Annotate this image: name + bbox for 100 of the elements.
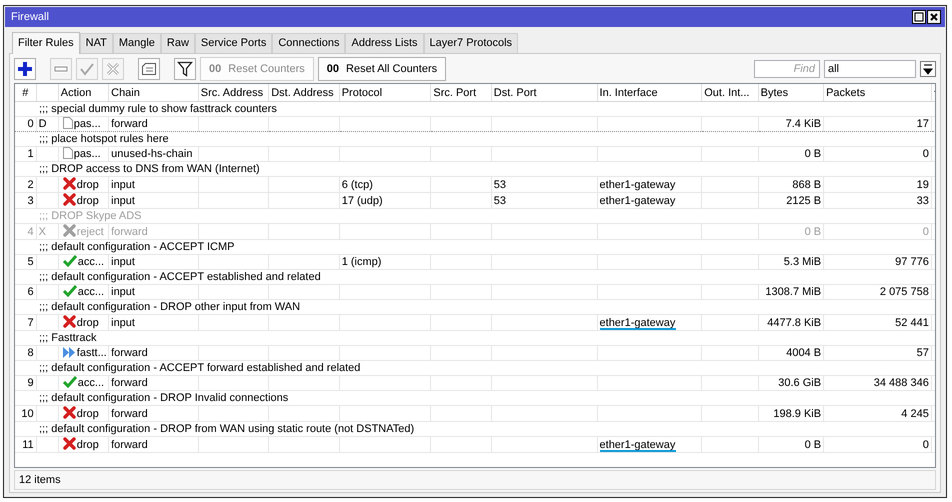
table-cell: 198.9 KiB: [773, 408, 822, 420]
table-cell: forward: [111, 226, 148, 238]
table-cell: 0: [15, 116, 36, 132]
column-header[interactable]: Bytes: [758, 84, 824, 102]
table-cell: 0 B: [804, 226, 822, 238]
table-cell: 1 (icmp): [342, 256, 382, 268]
table-cell: 0: [922, 148, 929, 160]
column-header[interactable]: Packets: [824, 84, 932, 102]
table-cell: 4004 B: [786, 347, 822, 359]
rule-comment: ;;; special dummy rule to show fasttrack counters: [39, 103, 277, 115]
tab[interactable]: Layer7 Protocols: [424, 33, 518, 53]
fast-forward-icon: [62, 347, 76, 358]
rule-comment: ;;; place hotspot rules here: [39, 133, 169, 145]
dropdown-button[interactable]: [920, 61, 936, 77]
column-header[interactable]: Src. Address: [198, 84, 269, 102]
close-button[interactable]: [927, 10, 941, 24]
column-header[interactable]: #: [15, 84, 36, 102]
table-cell: 19: [916, 178, 929, 190]
rule-comment: ;;; DROP Skype ADS: [39, 210, 142, 222]
x-icon: [62, 177, 76, 190]
table-cell: 2125 B: [786, 194, 822, 206]
table-cell: 6: [15, 284, 36, 300]
check-icon: [62, 376, 77, 388]
table-cell: 1: [15, 146, 36, 162]
column-header[interactable]: Out. Int...: [702, 84, 758, 102]
table-cell: ether1-gateway: [600, 178, 676, 190]
document-icon: [62, 117, 73, 129]
table-cell: 7.4 KiB: [786, 118, 822, 130]
table-cell: 0 B: [804, 148, 822, 160]
column-header[interactable]: In. Interface: [597, 84, 702, 102]
table-cell: input: [111, 194, 135, 206]
table-cell: 0 B: [804, 438, 822, 450]
table-cell: 0: [922, 226, 929, 238]
table-cell: 33: [916, 194, 929, 206]
table-cell: X: [38, 226, 46, 238]
table-cell: drop: [76, 408, 99, 420]
table-cell: unused-hs-chain: [111, 148, 192, 160]
rule-comment: ;;; default configuration - DROP Invalid connections: [39, 392, 288, 404]
column-header[interactable]: Src. Port: [430, 84, 492, 102]
reset-counters-button[interactable]: 00 Reset All Counters: [318, 57, 446, 81]
comment-button[interactable]: [138, 58, 160, 80]
tab[interactable]: Raw: [160, 33, 195, 53]
table-cell: forward: [111, 408, 148, 420]
tab[interactable]: Filter Rules: [12, 32, 80, 54]
tab[interactable]: Service Ports: [194, 33, 272, 53]
table-cell: 4: [15, 224, 36, 240]
table-cell: 4 245: [901, 408, 929, 420]
rule-comment: ;;; default configuration - ACCEPT established and related: [39, 271, 321, 283]
table-cell: forward: [111, 438, 148, 450]
check-icon: [62, 285, 77, 297]
table-cell: 9: [15, 376, 36, 390]
tab[interactable]: Address Lists: [345, 33, 424, 53]
table-cell: ether1-gateway: [600, 194, 676, 206]
table-cell: 97 776: [895, 256, 929, 268]
table-cell: 34 488 346: [874, 377, 929, 389]
maximize-button[interactable]: [912, 10, 926, 24]
table-cell: 0: [922, 438, 929, 450]
table-cell: 10: [15, 406, 36, 422]
table-cell: 30.6 GiB: [778, 377, 822, 389]
x-icon: [62, 406, 76, 419]
table-cell: 2: [15, 176, 36, 192]
table-cell: drop: [76, 317, 99, 329]
table-cell: input: [111, 286, 135, 298]
filter-button[interactable]: [174, 58, 196, 80]
table-cell: 868 B: [792, 178, 822, 190]
tab[interactable]: Connections: [272, 33, 346, 53]
tab[interactable]: NAT: [80, 33, 113, 53]
column-header[interactable]: Chain: [108, 84, 198, 102]
rule-comment: ;;; Fasttrack: [39, 332, 96, 344]
table-cell: forward: [111, 377, 148, 389]
x-icon: [62, 193, 76, 206]
x-icon: [62, 437, 76, 450]
table-cell: 1308.7 MiB: [765, 286, 822, 298]
table-cell: 11: [15, 436, 36, 452]
plus-icon: [17, 61, 33, 77]
column-header[interactable]: Dst. Port: [491, 84, 598, 102]
add-button[interactable]: [14, 58, 36, 80]
scope-dropdown[interactable]: all: [824, 60, 916, 78]
table-cell: acc...: [78, 286, 104, 298]
rule-comment: ;;; default configuration - DROP other input from WAN: [39, 301, 300, 313]
table-cell: 5.3 MiB: [784, 256, 822, 268]
x-icon: [62, 315, 76, 328]
rule-comment: ;;; default configuration - ACCEPT ICMP: [39, 241, 234, 253]
tab[interactable]: Mangle: [112, 33, 161, 53]
table-cell: ether1-gateway: [600, 438, 676, 450]
table-cell: pas...: [74, 118, 101, 130]
column-header[interactable]: Dst. Address: [268, 84, 340, 102]
table-cell: pas...: [74, 148, 101, 160]
table-cell: 3: [15, 192, 36, 208]
filter-icon: [177, 61, 193, 77]
window-title: Firewall: [11, 11, 50, 23]
table-cell: input: [111, 256, 135, 268]
column-header[interactable]: Protocol: [339, 84, 431, 102]
table-cell: drop: [76, 439, 99, 451]
table-cell: drop: [76, 195, 99, 207]
table-cell: 4477.8 KiB: [767, 316, 822, 328]
find-field[interactable]: Find: [754, 60, 820, 78]
table-cell: ether1-gateway: [600, 316, 676, 328]
table-cell: 8: [15, 346, 36, 360]
column-header[interactable]: Action: [58, 84, 109, 102]
